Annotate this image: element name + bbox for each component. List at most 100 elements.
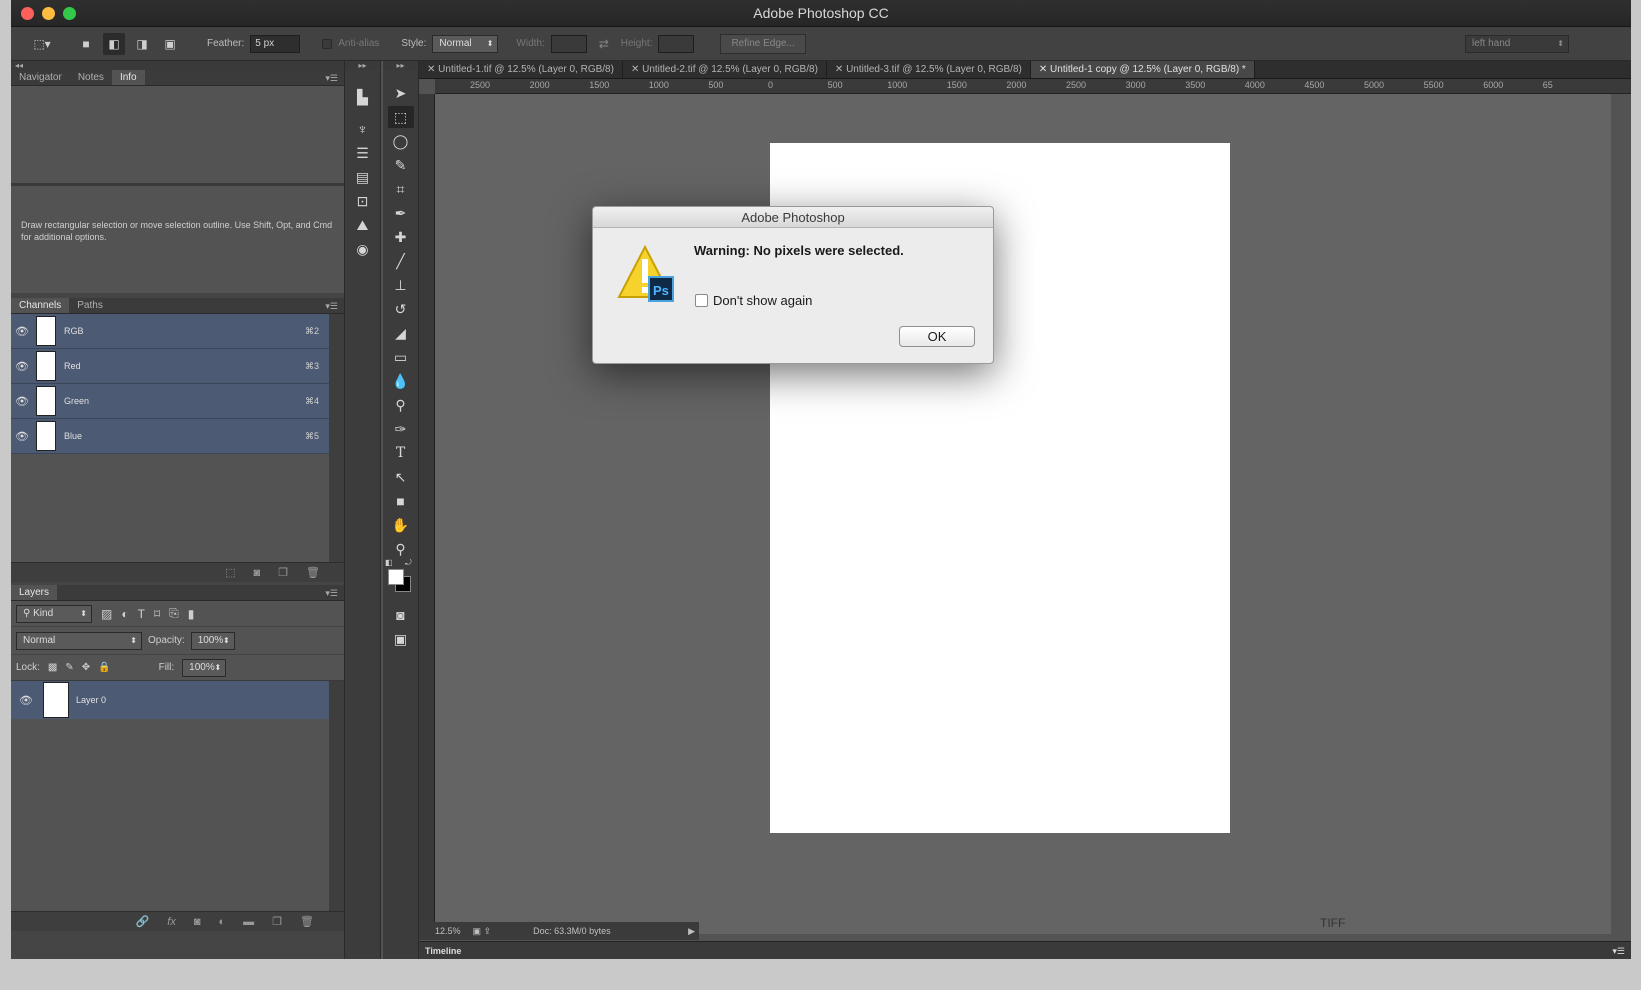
layer-filter-kind[interactable]: ⚲ Kind	[16, 604, 92, 623]
healing-brush-tool-icon[interactable]: ✚	[388, 226, 414, 248]
feather-input[interactable]: 5 px	[250, 34, 301, 53]
hand-tool-icon[interactable]: ✋	[388, 514, 414, 536]
brush-presets-icon[interactable]: ♆	[350, 118, 376, 140]
close-icon[interactable]: ✕	[835, 64, 846, 75]
close-icon[interactable]: ✕	[427, 64, 438, 75]
quick-mask-icon[interactable]: ◙	[388, 604, 414, 626]
eye-icon[interactable]: 👁	[11, 360, 33, 373]
doc-size[interactable]: Doc: 63.3M/0 bytes	[533, 926, 611, 936]
anti-alias-checkbox[interactable]	[322, 38, 333, 49]
checkbox-box[interactable]	[695, 294, 708, 307]
smart-object-filter-icon[interactable]: ⎘	[169, 606, 179, 621]
type-filter-icon[interactable]: T	[138, 607, 145, 621]
screen-mode-icon[interactable]: ▣	[388, 628, 414, 650]
expand-panels-icon[interactable]: ▸▸	[345, 61, 380, 70]
subtract-selection-icon[interactable]: ◨	[131, 33, 153, 55]
status-menu-arrow-icon[interactable]: ▶	[688, 926, 695, 937]
eraser-tool-icon[interactable]: ◢	[388, 322, 414, 344]
pen-tool-icon[interactable]: ✑	[388, 418, 414, 440]
eye-icon[interactable]: 👁	[11, 395, 33, 408]
ok-button[interactable]: OK	[899, 326, 975, 347]
eye-icon[interactable]: 👁	[11, 325, 33, 338]
panel-menu-icon[interactable]: ▾☰	[325, 298, 338, 314]
blur-tool-icon[interactable]: 💧	[388, 370, 414, 392]
brush-settings-icon[interactable]: ☰	[350, 142, 376, 164]
link-icon[interactable]: 🔗	[136, 915, 150, 928]
doc-tab-3[interactable]: ✕ Untitled-3.tif @ 12.5% (Layer 0, RGB/8…	[827, 61, 1031, 78]
layer-row[interactable]: 👁 Layer 0	[11, 681, 329, 719]
trash-icon[interactable]: 🗑	[306, 566, 320, 579]
load-selection-icon[interactable]: ⬚	[225, 566, 235, 579]
tab-notes[interactable]: Notes	[70, 70, 112, 85]
zoom-level[interactable]: 12.5%	[435, 926, 461, 936]
history-brush-tool-icon[interactable]: ↺	[388, 298, 414, 320]
new-selection-icon[interactable]: ■	[75, 33, 97, 55]
clone-stamp-tool-icon[interactable]: ⊥	[388, 274, 414, 296]
blend-mode-select[interactable]: Normal	[16, 631, 142, 650]
timeline-label[interactable]: Timeline	[425, 946, 461, 956]
panel-menu-icon[interactable]: ▾☰	[325, 70, 338, 86]
zoom-window-button[interactable]	[63, 7, 76, 20]
panel-menu-icon[interactable]: ▾☰	[1612, 942, 1625, 959]
histogram-icon[interactable]: ▙	[350, 86, 376, 108]
style-select[interactable]: Normal	[432, 34, 499, 53]
marquee-preset-icon[interactable]: ⬚▾	[31, 33, 53, 55]
type-tool-icon[interactable]: T	[388, 442, 414, 464]
close-window-button[interactable]	[21, 7, 34, 20]
save-selection-icon[interactable]: ◙	[254, 567, 261, 579]
close-icon[interactable]: ✕	[1039, 64, 1050, 75]
filter-toggle-icon[interactable]: ▮	[188, 607, 195, 621]
lasso-tool-icon[interactable]: ◯	[388, 130, 414, 152]
quick-selection-tool-icon[interactable]: ✎	[388, 154, 414, 176]
lock-transparent-icon[interactable]: ▩	[48, 662, 57, 673]
channel-row-red[interactable]: 👁 Red ⌘3	[11, 349, 329, 384]
folder-icon[interactable]: ▬	[243, 916, 254, 928]
rectangle-tool-icon[interactable]: ■	[388, 490, 414, 512]
status-icons[interactable]: ▣ ⇪	[473, 926, 492, 937]
layers-scrollbar[interactable]	[329, 681, 344, 911]
fill-input[interactable]: 100%	[182, 658, 227, 677]
add-selection-icon[interactable]: ◧	[103, 32, 125, 55]
shape-filter-icon[interactable]: ⌑	[154, 607, 160, 621]
lock-all-icon[interactable]: 🔒	[98, 662, 110, 673]
move-tool-icon[interactable]: ➤	[388, 82, 414, 104]
doc-tab-1[interactable]: ✕ Untitled-1.tif @ 12.5% (Layer 0, RGB/8…	[419, 61, 623, 78]
panel-menu-icon[interactable]: ▾☰	[325, 585, 338, 601]
default-colors-icon[interactable]: ◧	[385, 558, 393, 567]
opacity-input[interactable]: 100%	[190, 631, 235, 650]
channels-scrollbar[interactable]	[329, 314, 344, 562]
expand-tools-icon[interactable]: ▸▸	[383, 61, 418, 70]
doc-tab-4[interactable]: ✕ Untitled-1 copy @ 12.5% (Layer 0, RGB/…	[1030, 61, 1255, 78]
clone-source-icon[interactable]: ⊡	[350, 190, 376, 212]
eyedropper-tool-icon[interactable]: ✒	[388, 202, 414, 224]
doc-tab-2[interactable]: ✕ Untitled-2.tif @ 12.5% (Layer 0, RGB/8…	[623, 61, 827, 78]
new-channel-icon[interactable]: ❐	[278, 566, 288, 579]
rectangular-marquee-tool-icon[interactable]: ⬚	[387, 106, 414, 128]
intersect-selection-icon[interactable]: ▣	[159, 33, 181, 55]
height-input[interactable]	[658, 34, 695, 53]
vertical-scrollbar[interactable]	[1611, 94, 1631, 934]
tab-layers[interactable]: Layers	[11, 585, 58, 600]
properties-icon[interactable]: ▤	[350, 166, 376, 188]
adjustments-icon[interactable]: ⛰	[350, 214, 376, 236]
dont-show-again-checkbox[interactable]: Don't show again	[695, 293, 812, 308]
channel-row-blue[interactable]: 👁 Blue ⌘5	[11, 419, 329, 454]
mask-icon[interactable]: ◙	[194, 916, 201, 928]
tab-info[interactable]: Info	[111, 70, 145, 85]
crop-tool-icon[interactable]: ⌗	[388, 178, 414, 200]
channel-row-rgb[interactable]: 👁 RGB ⌘2	[11, 314, 329, 349]
path-selection-tool-icon[interactable]: ↖	[388, 466, 414, 488]
eye-icon[interactable]: 👁	[11, 430, 33, 443]
trash-icon[interactable]: 🗑	[300, 915, 314, 928]
eye-icon[interactable]: 👁	[11, 694, 41, 707]
swap-icon[interactable]: ⇄	[593, 33, 615, 55]
tab-channels[interactable]: Channels	[11, 298, 70, 313]
new-layer-icon[interactable]: ❐	[272, 915, 282, 928]
collapse-panels-icon[interactable]: ◂◂	[11, 61, 344, 70]
brush-tool-icon[interactable]: ╱	[388, 250, 414, 272]
gradient-tool-icon[interactable]: ▭	[388, 346, 414, 368]
workspace-select[interactable]: left hand	[1465, 34, 1569, 53]
minimize-window-button[interactable]	[42, 7, 55, 20]
close-icon[interactable]: ✕	[631, 64, 642, 75]
refine-edge-button[interactable]: Refine Edge...	[720, 33, 806, 54]
